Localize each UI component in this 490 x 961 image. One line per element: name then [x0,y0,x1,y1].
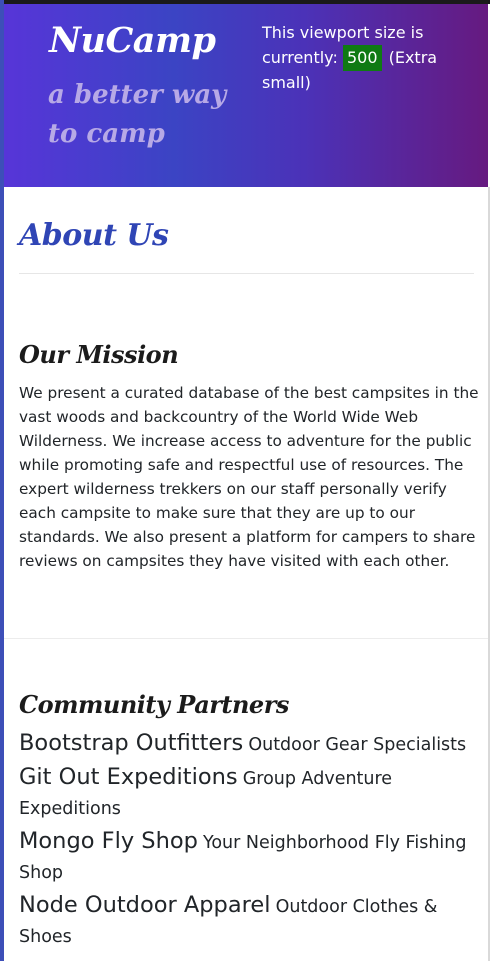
partner-name: Mongo Fly Shop [19,828,198,854]
partners-heading: Community Partners [19,690,289,719]
brand-title: NuCamp [49,20,216,61]
section-divider [4,638,488,639]
partners-list: Bootstrap Outfitters Outdoor Gear Specia… [19,729,479,955]
partner-item: Bootstrap Outfitters Outdoor Gear Specia… [19,729,479,760]
partner-description: Outdoor Gear Specialists [248,735,467,755]
mission-text: We present a curated database of the bes… [19,384,479,570]
partner-item: Node Outdoor Apparel Outdoor Clothes & S… [19,891,479,952]
partner-name: Bootstrap Outfitters [19,730,244,756]
partner-name: Node Outdoor Apparel [19,892,271,918]
viewport-size-indicator: This viewport size is currently: 500 (Ex… [262,21,462,95]
brand-tagline: a better way to camp [48,80,227,149]
mission-heading: Our Mission [19,340,179,369]
viewport-size-badge: 500 [342,45,382,71]
page-title: About Us [19,218,169,253]
divider [19,273,474,274]
header-jumbotron: NuCamp a better way to camp This viewpor… [4,4,488,187]
partner-item: Git Out Expeditions Group Adventure Expe… [19,763,479,824]
partner-name: Git Out Expeditions [19,764,238,790]
partner-item: Mongo Fly Shop Your Neighborhood Fly Fis… [19,827,479,888]
